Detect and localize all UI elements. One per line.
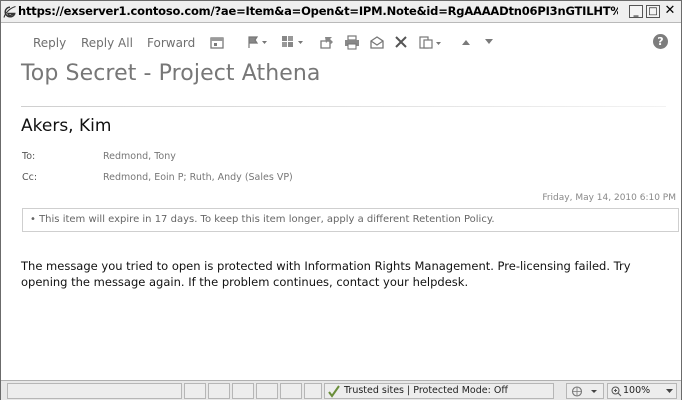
junk-icon[interactable]: [369, 34, 385, 50]
message-subject: Top Secret - Project Athena: [21, 61, 321, 86]
cc-recipients[interactable]: Redmond, Eoin P; Ruth, Andy (Sales VP): [103, 172, 293, 183]
checkmark-icon: [328, 385, 340, 398]
print-icon[interactable]: [344, 34, 360, 50]
message-toolbar: Reply Reply All Forward ?: [1, 28, 681, 56]
next-icon[interactable]: [483, 34, 495, 50]
delete-icon[interactable]: [394, 34, 408, 50]
window-title: https://exserver1.contoso.com/?ae=Item&a…: [18, 4, 618, 18]
status-pane: [256, 383, 278, 399]
sent-date: Friday, May 14, 2010 6:10 PM: [542, 193, 676, 203]
zoom-level: 100%: [623, 385, 651, 396]
globe-dropdown-icon: [571, 386, 597, 397]
status-pane: [304, 383, 322, 399]
status-pane-main: [7, 383, 182, 399]
status-pane: [280, 383, 302, 399]
protected-mode-pane[interactable]: [566, 383, 604, 399]
calendar-icon[interactable]: [210, 34, 224, 50]
status-pane: [184, 383, 206, 399]
title-bar: https://exserver1.contoso.com/?ae=Item&a…: [1, 1, 681, 23]
status-pane: [232, 383, 254, 399]
minimize-button[interactable]: _: [629, 5, 643, 18]
status-bar: Trusted sites | Protected Mode: Off 100%: [1, 380, 681, 400]
zoom-icon: [611, 386, 622, 397]
categories-icon[interactable]: [281, 34, 305, 50]
reply-all-button[interactable]: Reply All: [81, 36, 133, 50]
maximize-button[interactable]: □: [646, 5, 660, 18]
internet-explorer-icon: [3, 4, 17, 18]
retention-notice: • This item will expire in 17 days. To k…: [30, 214, 495, 225]
security-zone-text: Trusted sites | Protected Mode: Off: [344, 385, 508, 396]
actions-icon[interactable]: [419, 34, 443, 50]
previous-icon[interactable]: [460, 34, 472, 50]
message-body: The message you tried to open is protect…: [21, 259, 631, 289]
browser-window: https://exserver1.contoso.com/?ae=Item&a…: [0, 0, 682, 400]
forward-button[interactable]: Forward: [147, 36, 195, 50]
cc-label: Cc:: [22, 172, 38, 183]
retention-infobar: • This item will expire in 17 days. To k…: [22, 208, 679, 232]
flag-icon[interactable]: [246, 34, 268, 50]
reply-button[interactable]: Reply: [33, 36, 66, 50]
to-label: To:: [22, 151, 36, 162]
sender-name[interactable]: Akers, Kim: [21, 116, 111, 136]
close-button[interactable]: ✕: [663, 4, 677, 18]
status-pane: [208, 383, 230, 399]
zoom-dropdown-icon: [666, 389, 673, 393]
help-icon[interactable]: ?: [653, 34, 668, 49]
to-recipients[interactable]: Redmond, Tony: [103, 151, 176, 162]
move-icon[interactable]: [319, 34, 335, 50]
subject-divider: [21, 106, 666, 107]
